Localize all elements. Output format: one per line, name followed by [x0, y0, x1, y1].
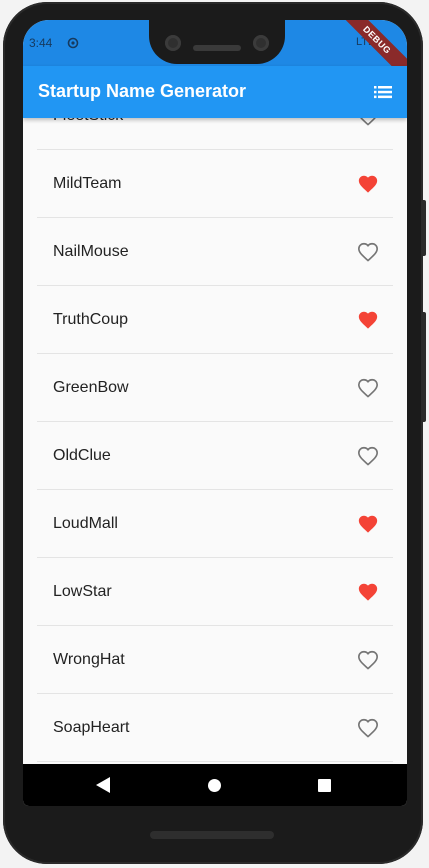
heart-outline-icon[interactable]: [357, 445, 379, 467]
list-item[interactable]: OldClue: [37, 422, 393, 490]
app-bar: Startup Name Generator: [23, 66, 407, 118]
startup-name-label: SoapHeart: [53, 718, 130, 736]
power-button: [421, 200, 426, 256]
startup-name-label: OldClue: [53, 446, 111, 464]
list-item[interactable]: LowStar: [37, 558, 393, 626]
front-camera-icon: [165, 35, 181, 51]
app-title: Startup Name Generator: [38, 81, 247, 101]
list-icon: [374, 86, 392, 99]
heart-filled-icon[interactable]: [357, 309, 379, 331]
phone-frame: 3:44 LTE DEBUG Startup Name Generator Mi…: [3, 2, 426, 864]
home-circle-icon[interactable]: [208, 779, 221, 792]
device-screen: 3:44 LTE DEBUG Startup Name Generator Mi…: [23, 20, 407, 806]
front-sensor-icon: [253, 35, 269, 51]
camera-notch: [149, 20, 285, 64]
list-item[interactable]: TruthCoup: [37, 286, 393, 354]
saved-list-button[interactable]: [369, 78, 397, 106]
startup-name-label: WrongHat: [53, 650, 125, 668]
volume-button: [421, 312, 426, 422]
heart-outline-icon[interactable]: [357, 717, 379, 739]
startup-name-label: GreenBow: [53, 378, 129, 396]
back-triangle-icon[interactable]: [96, 777, 110, 793]
earpiece-speaker: [193, 45, 241, 51]
list-item[interactable]: WrongHat: [37, 626, 393, 694]
startup-name-label: MildTeam: [53, 174, 122, 192]
startup-name-label: LowStar: [53, 582, 112, 600]
heart-filled-icon[interactable]: [357, 173, 379, 195]
heart-filled-icon[interactable]: [357, 581, 379, 603]
recent-square-icon[interactable]: [318, 779, 331, 792]
startup-name-list: FleetStickMildTeamNailMouseTruthCoupGree…: [37, 82, 393, 762]
bottom-speaker-grille: [150, 831, 274, 839]
heart-outline-icon[interactable]: [357, 649, 379, 671]
startup-name-label: LoudMall: [53, 514, 118, 532]
heart-outline-icon[interactable]: [357, 241, 379, 263]
list-item[interactable]: NailMouse: [37, 218, 393, 286]
system-navigation-bar: [23, 764, 407, 806]
startup-name-label: TruthCoup: [53, 310, 128, 328]
list-item[interactable]: SoapHeart: [37, 694, 393, 762]
sync-icon: [67, 36, 79, 49]
status-time: 3:44: [29, 36, 53, 50]
heart-outline-icon[interactable]: [357, 377, 379, 399]
startup-name-label: NailMouse: [53, 242, 129, 260]
heart-filled-icon[interactable]: [357, 513, 379, 535]
list-item[interactable]: LoudMall: [37, 490, 393, 558]
list-item[interactable]: MildTeam: [37, 150, 393, 218]
list-item[interactable]: GreenBow: [37, 354, 393, 422]
